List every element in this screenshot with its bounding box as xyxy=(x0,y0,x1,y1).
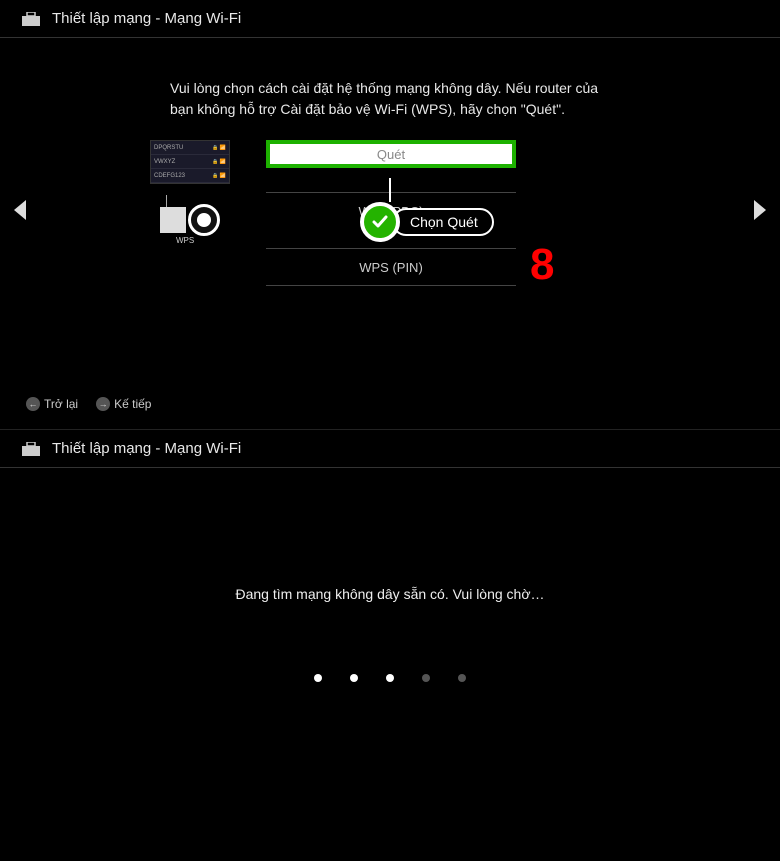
wps-thumbnail xyxy=(160,204,220,236)
scan-button[interactable]: Quét xyxy=(266,140,516,168)
back-icon: ← xyxy=(26,397,40,411)
network-item: CDEFG123 xyxy=(154,173,212,179)
network-searching-screen: Thiết lập mạng - Mạng Wi-Fi Đang tìm mạn… xyxy=(0,430,780,861)
callout-annotation: Chọn Quét xyxy=(360,178,494,242)
page-title: Thiết lập mạng - Mạng Wi-Fi xyxy=(52,440,241,457)
network-list-thumbnail: DPQRSTU🔒 📶 VWXYZ🔒 📶 CDEFG123🔒 📶 xyxy=(150,140,230,184)
lock-wifi-icon: 🔒 📶 xyxy=(212,159,226,165)
wps-pin-option[interactable]: WPS (PIN) xyxy=(266,248,516,286)
wps-label: WPS xyxy=(176,236,194,245)
header: Thiết lập mạng - Mạng Wi-Fi xyxy=(0,430,780,468)
toolbox-icon xyxy=(22,442,40,456)
lock-wifi-icon: 🔒 📶 xyxy=(212,173,226,179)
searching-text: Đang tìm mạng không dây sẵn có. Vui lòng… xyxy=(0,468,780,602)
progress-dot xyxy=(458,674,466,682)
toolbox-icon xyxy=(22,12,40,26)
callout-text: Chọn Quét xyxy=(392,208,494,236)
back-label: Trở lại xyxy=(44,397,78,411)
scan-button-label: Quét xyxy=(377,147,405,162)
callout-pointer xyxy=(389,178,391,202)
back-button[interactable]: ← Trở lại xyxy=(26,397,78,411)
next-icon: → xyxy=(96,397,110,411)
options-area: DPQRSTU🔒 📶 VWXYZ🔒 📶 CDEFG123🔒 📶 Quét WPS… xyxy=(0,140,780,286)
progress-dot xyxy=(422,674,430,682)
footer-nav: ← Trở lại → Kế tiếp xyxy=(26,397,151,411)
next-label: Kế tiếp xyxy=(114,397,151,411)
nav-left-arrow[interactable] xyxy=(14,200,26,220)
network-item: VWXYZ xyxy=(154,159,212,165)
router-icon xyxy=(160,207,186,233)
lock-wifi-icon: 🔒 📶 xyxy=(212,145,226,151)
wps-pin-label: WPS (PIN) xyxy=(359,260,423,275)
network-item: DPQRSTU xyxy=(154,145,212,151)
instruction-text: Vui lòng chọn cách cài đặt hệ thống mạng… xyxy=(0,38,780,140)
wps-button-icon xyxy=(188,204,220,236)
next-button[interactable]: → Kế tiếp xyxy=(96,397,151,411)
header: Thiết lập mạng - Mạng Wi-Fi xyxy=(0,0,780,38)
check-icon xyxy=(360,202,400,242)
progress-dots xyxy=(0,674,780,682)
progress-dot xyxy=(350,674,358,682)
step-number-annotation: 8 xyxy=(530,240,554,290)
network-setup-method-screen: Thiết lập mạng - Mạng Wi-Fi Vui lòng chọ… xyxy=(0,0,780,430)
nav-right-arrow[interactable] xyxy=(754,200,766,220)
progress-dot xyxy=(386,674,394,682)
page-title: Thiết lập mạng - Mạng Wi-Fi xyxy=(52,10,241,27)
progress-dot xyxy=(314,674,322,682)
